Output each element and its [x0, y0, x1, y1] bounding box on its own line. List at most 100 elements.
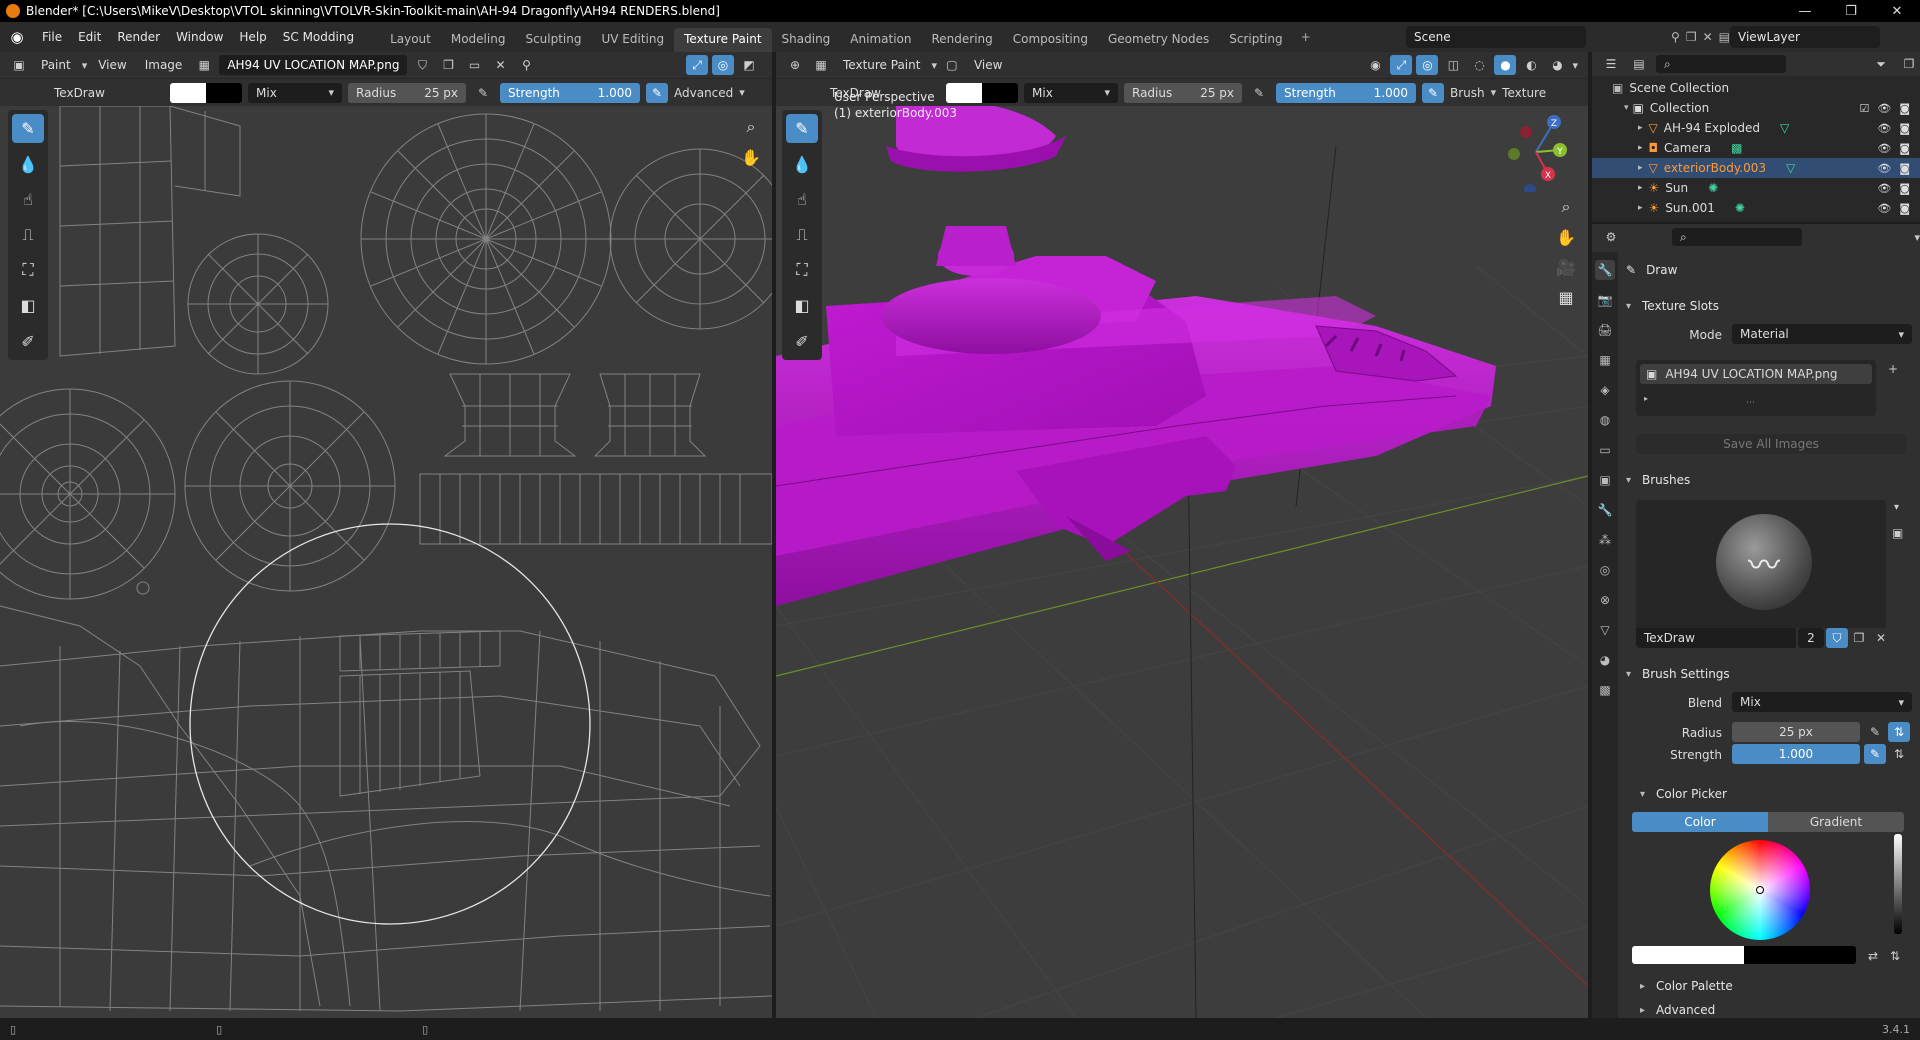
color-swatches[interactable]: [170, 82, 242, 103]
output-tab-icon[interactable]: 🖨: [1595, 320, 1615, 340]
smear-brush-icon[interactable]: ☝: [786, 185, 818, 214]
clone-brush-icon[interactable]: ⎍: [786, 220, 818, 249]
brush-menu[interactable]: Brush: [1450, 86, 1485, 100]
strength-pressure-icon[interactable]: ✎: [646, 82, 668, 103]
radius-unit-icon[interactable]: ⇅: [1888, 722, 1910, 742]
add-workspace-button[interactable]: +: [1293, 22, 1319, 52]
strength-unit-icon[interactable]: ⇅: [1888, 744, 1910, 764]
secondary-color-swatch[interactable]: [206, 82, 242, 103]
primary-color-swatch[interactable]: [1632, 946, 1744, 964]
secondary-color-swatch[interactable]: [982, 82, 1018, 103]
gizmo-toggle-icon[interactable]: ⤢: [1390, 55, 1413, 75]
chevron-down-icon[interactable]: ▾: [1914, 231, 1920, 244]
display-channels-icon[interactable]: ◩: [738, 55, 760, 75]
fill-brush-icon[interactable]: ⛶: [12, 256, 44, 285]
brush-name-field[interactable]: TexDraw: [1636, 628, 1796, 648]
mask-brush-icon[interactable]: ◧: [12, 291, 44, 320]
blend-dropdown[interactable]: Mix ▾: [1732, 692, 1912, 712]
strength-field[interactable]: Strength 1.000: [1276, 82, 1416, 103]
menu-view[interactable]: View: [91, 58, 133, 72]
outliner-collection[interactable]: ▾ ▣ Collection ☑ 👁 ◙: [1592, 98, 1920, 118]
object-tab-icon[interactable]: ▣: [1595, 470, 1615, 490]
tab-compositing[interactable]: Compositing: [1003, 28, 1098, 52]
tab-scripting[interactable]: Scripting: [1219, 28, 1292, 52]
outliner-row-selected[interactable]: ▸ ▽ exteriorBody.003 ▽ 👁 ◙: [1592, 158, 1920, 178]
tab-modeling[interactable]: Modeling: [441, 28, 516, 52]
particles-tab-icon[interactable]: ⁂: [1595, 530, 1615, 550]
pan-hand-icon[interactable]: ✋: [738, 144, 764, 170]
secondary-color-swatch[interactable]: [1744, 946, 1856, 964]
open-image-icon[interactable]: ▭: [463, 55, 485, 75]
outliner-row[interactable]: ▸ ☀ Sun.001 ✺ 👁 ◙: [1592, 198, 1920, 218]
duplicate-brush-icon[interactable]: ❐: [1848, 628, 1870, 648]
expand-chevron-icon[interactable]: ▸: [1638, 183, 1643, 193]
color-wheel-cursor[interactable]: [1756, 886, 1764, 894]
scene-selector[interactable]: Scene: [1406, 26, 1586, 48]
maximize-button[interactable]: ❐: [1828, 0, 1874, 22]
aircraft-model[interactable]: [776, 106, 1496, 606]
menu-edit[interactable]: Edit: [70, 22, 109, 52]
expand-chevron-icon[interactable]: ▸: [1638, 143, 1643, 153]
display-mode-icon[interactable]: ▤: [1628, 54, 1650, 74]
camera-render-icon[interactable]: ◙: [1899, 102, 1910, 115]
blender-menu-icon[interactable]: ◉: [0, 28, 34, 46]
rendered-shading-icon[interactable]: ◕: [1546, 55, 1568, 75]
swap-colors-icon[interactable]: ⇄: [1862, 946, 1884, 966]
texture-menu[interactable]: Texture: [1502, 86, 1546, 100]
paint-mode-dropdown[interactable]: Paint: [34, 58, 78, 72]
camera-view-icon[interactable]: 🎥: [1553, 254, 1579, 280]
image-name-field[interactable]: AH94 UV LOCATION MAP.png: [219, 55, 408, 75]
blend-dropdown[interactable]: Mix ▾: [248, 82, 342, 103]
list-resize-handle[interactable]: ⋯: [1746, 398, 1755, 408]
texture-slot-item[interactable]: ▣ AH94 UV LOCATION MAP.png: [1640, 364, 1872, 384]
menu-sc-modding[interactable]: SC Modding: [275, 22, 362, 52]
new-scene-icon[interactable]: ❐: [1686, 26, 1697, 48]
overlay-toggle-icon[interactable]: ◎: [712, 55, 734, 75]
gizmo-toggle-icon[interactable]: ⤢: [686, 55, 708, 75]
annotate-icon[interactable]: ✐: [786, 327, 818, 356]
color-palette-panel-header[interactable]: ▸ Color Palette: [1640, 974, 1920, 998]
new-image-icon[interactable]: ❐: [437, 55, 459, 75]
eye-icon[interactable]: 👁: [1877, 122, 1891, 135]
fill-brush-icon[interactable]: ⛶: [786, 256, 818, 285]
soften-brush-icon[interactable]: 💧: [786, 149, 818, 178]
camera-render-icon[interactable]: ◙: [1899, 142, 1910, 155]
annotate-icon[interactable]: ✐: [12, 327, 44, 356]
expand-chevron-icon[interactable]: ▸: [1638, 203, 1643, 213]
menu-file[interactable]: File: [34, 22, 70, 52]
draw-brush-icon[interactable]: ✎: [12, 114, 44, 144]
chevron-down-icon[interactable]: ▾: [1894, 502, 1899, 513]
strength-field[interactable]: Strength 1.000: [500, 82, 640, 103]
radius-pressure-icon[interactable]: ✎: [1864, 722, 1886, 742]
menu-image[interactable]: Image: [138, 58, 190, 72]
smear-brush-icon[interactable]: ☝: [12, 185, 44, 214]
editor-type-icon[interactable]: ⚙: [1600, 227, 1622, 247]
unlink-brush-icon[interactable]: ✕: [1870, 628, 1892, 648]
collection-tab-icon[interactable]: ▭: [1595, 440, 1615, 460]
camera-render-icon[interactable]: ◙: [1899, 182, 1910, 195]
menu-help[interactable]: Help: [231, 22, 274, 52]
tool-tab-icon[interactable]: 🔧: [1595, 260, 1615, 280]
primary-color-swatch[interactable]: [170, 82, 206, 103]
blend-dropdown[interactable]: Mix ▾: [1024, 82, 1118, 103]
editor-type-icon[interactable]: ⊕: [784, 55, 806, 75]
fake-user-shield-icon[interactable]: ⛉: [1826, 628, 1848, 648]
tab-animation[interactable]: Animation: [840, 28, 921, 52]
brush-users-count[interactable]: 2: [1798, 628, 1824, 648]
tab-texture-paint[interactable]: Texture Paint: [674, 28, 772, 52]
expand-chevron-icon[interactable]: ▸: [1638, 123, 1643, 133]
tab-color[interactable]: Color: [1632, 812, 1768, 832]
properties-search-input[interactable]: ⌕: [1672, 228, 1802, 246]
zoom-icon[interactable]: ⌕: [738, 114, 764, 140]
eye-icon[interactable]: 👁: [1877, 182, 1891, 195]
editor-type-icon[interactable]: ☰: [1600, 54, 1622, 74]
view-layer-tab-icon[interactable]: ▦: [1595, 350, 1615, 370]
brush-preview[interactable]: 〰: [1636, 500, 1886, 628]
color-jitter-icon[interactable]: ⇅: [1884, 946, 1906, 966]
material-shading-icon[interactable]: ◐: [1520, 55, 1542, 75]
tab-geometry-nodes[interactable]: Geometry Nodes: [1098, 28, 1219, 52]
menu-render[interactable]: Render: [109, 22, 168, 52]
eye-icon[interactable]: 👁: [1877, 142, 1891, 155]
delete-scene-icon[interactable]: ✕: [1703, 26, 1713, 48]
camera-render-icon[interactable]: ◙: [1899, 122, 1910, 135]
